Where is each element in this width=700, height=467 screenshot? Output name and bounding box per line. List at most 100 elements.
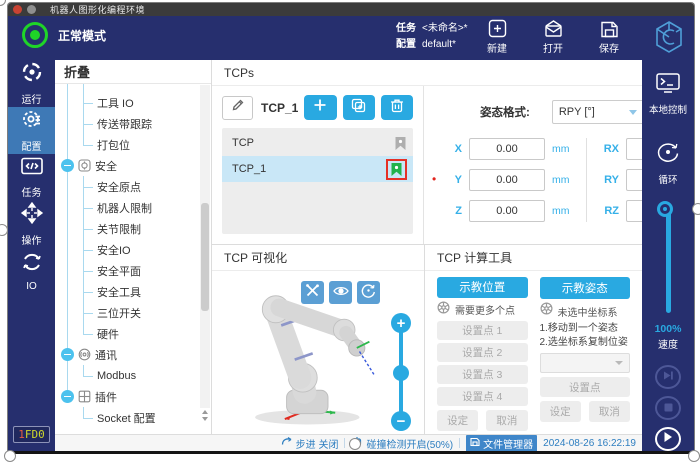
tree-item-label: 安全原点 <box>97 179 141 195</box>
tree-group-safety[interactable]: 安全 <box>55 155 199 176</box>
tree-item-packing[interactable]: 打包位 <box>55 134 199 155</box>
pose-hint: 未选中坐标系 <box>540 303 631 319</box>
viz-visibility-button[interactable] <box>329 281 352 304</box>
open-label: 打开 <box>543 40 563 55</box>
window-close-icon[interactable] <box>13 5 22 14</box>
nav-item-run[interactable]: 运行 <box>8 60 55 107</box>
file-manager-button[interactable]: 文件管理器 <box>466 435 537 452</box>
tree-group-communication[interactable]: 通讯 <box>55 344 199 365</box>
pose-cancel-button[interactable]: 取消 <box>589 401 630 422</box>
loop-button[interactable]: 循环 <box>655 140 681 186</box>
viz-toolbar <box>301 281 380 304</box>
tree-item-socket-config[interactable]: Socket 配置 <box>55 407 199 428</box>
tcp-row-tcp1[interactable]: TCP_1 <box>222 156 413 182</box>
nav-item-config[interactable]: 配置 <box>8 107 55 154</box>
right-control-rail: 本地控制 循环 100% 速 <box>642 60 694 451</box>
tree-item-robot-limits[interactable]: 机器人限制 <box>55 197 199 218</box>
teach-position-button[interactable]: 示教位置 <box>437 277 528 298</box>
set-point-2-button[interactable]: 设置点 2 <box>437 343 528 362</box>
delete-tcp-button[interactable] <box>381 95 413 120</box>
task-config-info: 任务<未命名>* 配置default* <box>396 21 468 53</box>
set-point-3-button[interactable]: 设置点 3 <box>437 365 528 384</box>
position-cancel-button[interactable]: 取消 <box>486 410 527 431</box>
tree-collapse-header[interactable]: 折叠 <box>55 60 211 84</box>
viz-3d-viewport[interactable]: + − <box>212 271 424 434</box>
z-input[interactable] <box>469 200 545 222</box>
tree-item-conveyor[interactable]: 传送带跟踪 <box>55 113 199 134</box>
local-control-button[interactable]: 本地控制 <box>649 72 687 116</box>
rz-input[interactable] <box>626 200 642 222</box>
selection-handle[interactable] <box>692 203 700 215</box>
collapse-toggle[interactable] <box>61 390 74 403</box>
plus-icon <box>313 98 327 117</box>
rx-input[interactable] <box>626 138 642 160</box>
x-input[interactable] <box>469 138 545 160</box>
collapse-toggle[interactable] <box>61 159 74 172</box>
pose-confirm-button[interactable]: 设定 <box>540 401 581 422</box>
new-button[interactable]: 新建 <box>476 19 518 55</box>
selection-handle[interactable] <box>688 450 700 462</box>
tree-item-safety-io[interactable]: 安全IO <box>55 239 199 260</box>
tree-scrollbar[interactable] <box>200 85 210 408</box>
y-input[interactable] <box>469 169 545 191</box>
save-button[interactable]: 保存 <box>588 19 630 55</box>
open-button[interactable]: 打开 <box>532 19 574 55</box>
nav-item-task[interactable]: 任务 <box>8 154 55 201</box>
rename-tcp-button[interactable] <box>222 96 253 120</box>
scroll-down-icon[interactable] <box>202 417 208 421</box>
tree-item-tool-io[interactable]: 工具 IO <box>55 92 199 113</box>
play-button[interactable] <box>655 427 681 451</box>
scroll-up-icon[interactable] <box>202 410 208 414</box>
set-point-1-button[interactable]: 设置点 1 <box>437 321 528 340</box>
set-point-4-button[interactable]: 设置点 4 <box>437 387 528 406</box>
selection-handle[interactable] <box>349 438 361 450</box>
zoom-in-button[interactable]: + <box>391 313 411 333</box>
tree-item-modbus[interactable]: Modbus <box>55 365 199 386</box>
page: 机器人图形化编程环境 正常模式 任务<未命名>* 配置default* <box>0 0 700 467</box>
main-panels: TCPs <box>212 60 642 434</box>
add-tcp-button[interactable] <box>304 95 336 120</box>
tree-group-label: 安全 <box>95 158 117 174</box>
speed-slider-knob[interactable] <box>660 204 670 214</box>
tree-item-joint-limits[interactable]: 关节限制 <box>55 218 199 239</box>
y-unit: mm <box>552 174 572 186</box>
duplicate-tcp-button[interactable] <box>343 95 375 120</box>
viz-tools-button[interactable] <box>301 281 324 304</box>
tree-item-safety-tool[interactable]: 安全工具 <box>55 281 199 302</box>
tcp-row-default[interactable]: TCP <box>222 130 413 156</box>
collapse-toggle[interactable] <box>61 348 74 361</box>
mode-label: 正常模式 <box>58 27 106 44</box>
nav-item-operate[interactable]: 操作 <box>8 201 55 248</box>
tree-item-safety-home[interactable]: 安全原点 <box>55 176 199 197</box>
selection-handle[interactable] <box>4 450 16 462</box>
viz-reset-view-button[interactable] <box>357 281 380 304</box>
coordinate-system-select[interactable] <box>540 353 631 373</box>
speed-slider-track[interactable] <box>666 210 671 313</box>
window-minimize-icon[interactable] <box>27 5 36 14</box>
tree-item-three-position-switch[interactable]: 三位开关 <box>55 302 199 323</box>
zoom-slider-knob[interactable] <box>393 365 409 381</box>
nav-item-io[interactable]: IO <box>8 248 55 295</box>
selection-handle[interactable] <box>0 0 6 6</box>
field-z: Z mm <box>444 200 572 222</box>
zoom-out-button[interactable]: − <box>391 411 411 431</box>
scrollbar-arrows <box>200 410 210 432</box>
z-label: Z <box>444 205 462 217</box>
tree-group-plugins[interactable]: 插件 <box>55 386 199 407</box>
teach-pose-button[interactable]: 示教姿态 <box>540 277 631 299</box>
local-control-label: 本地控制 <box>649 102 687 116</box>
stop-button[interactable] <box>655 396 681 420</box>
step-mode-status[interactable]: 步进 关闭 <box>281 436 339 451</box>
tree-item-safety-planes[interactable]: 安全平面 <box>55 260 199 281</box>
pose-set-point-button[interactable]: 设置点 <box>540 377 631 397</box>
tree-item-hardware[interactable]: 硬件 <box>55 323 199 344</box>
set-active-flag-icon[interactable] <box>394 136 407 151</box>
active-flag-icon[interactable] <box>390 162 403 177</box>
scrollbar-thumb[interactable] <box>201 203 209 311</box>
collision-detection-status[interactable]: 碰撞检测开启(50%) <box>351 436 453 451</box>
ry-input[interactable] <box>626 169 642 191</box>
step-run-button[interactable] <box>655 365 681 389</box>
position-confirm-button[interactable]: 设定 <box>437 410 478 431</box>
pose-format-select[interactable]: RPY [°] <box>552 100 642 124</box>
x-label: X <box>444 143 462 155</box>
